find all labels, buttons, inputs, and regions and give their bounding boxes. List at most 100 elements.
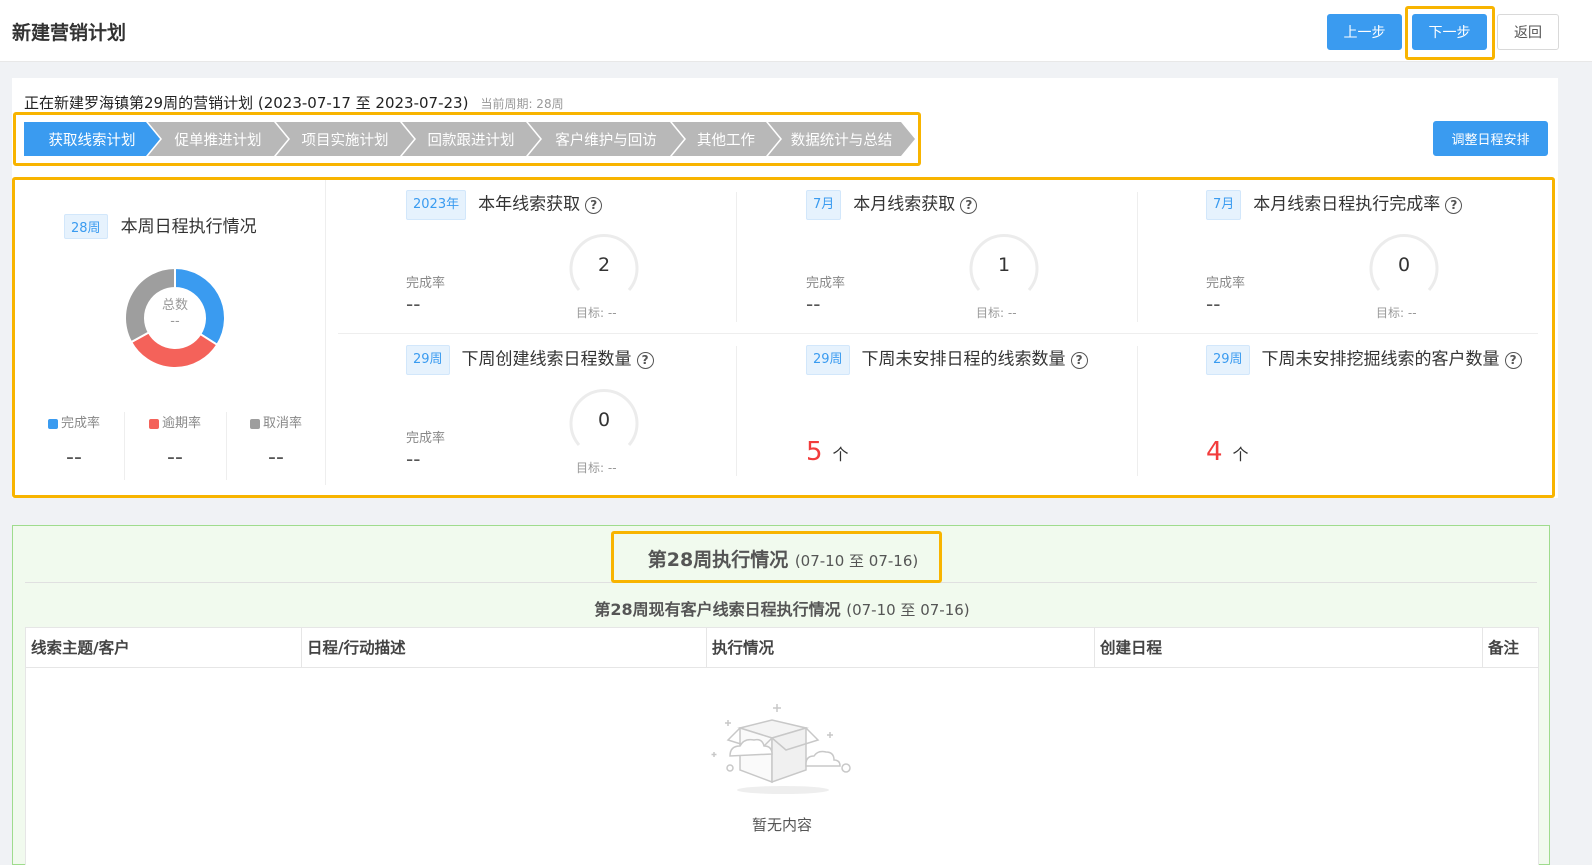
help-icon[interactable]: ?: [1445, 196, 1463, 214]
count-number: 4: [1206, 437, 1223, 467]
legend-complete-label: 完成率: [60, 416, 100, 431]
legend-cancel-value: --: [268, 445, 284, 470]
rate-value: --: [806, 292, 821, 316]
metric-tag: 7月: [806, 190, 842, 220]
rate-label: 完成率: [806, 276, 846, 291]
count-value: 4个: [1206, 437, 1249, 467]
rate-value: --: [406, 292, 421, 316]
execution-panel: 第28周执行情况 (07-10 至 07-16) 第28周现有客户线索日程执行情…: [12, 525, 1550, 865]
execution-subtitle-text: 第28周现有客户线索日程执行情况: [594, 600, 841, 619]
legend-cancel-swatch: [249, 418, 260, 429]
help-icon[interactable]: ?: [636, 351, 654, 369]
step-project-plan[interactable]: 项目实施计划: [276, 122, 414, 156]
prev-step-button[interactable]: 上一步: [1327, 14, 1402, 50]
execution-title-text: 第28周执行情况: [647, 549, 789, 571]
execution-divider: [25, 582, 1537, 583]
page-header: 新建营销计划 上一步 下一步 返回: [0, 0, 1592, 62]
page-title: 新建营销计划: [12, 22, 127, 44]
metric-title: 本年线索获取: [478, 194, 581, 215]
col-action-description[interactable]: 日程/行动描述: [302, 628, 707, 668]
metric-month-leads: 7月 本月线索获取 ? 完成率 -- 1 目标: --: [738, 180, 1138, 320]
gauge-value: 0: [1397, 254, 1411, 276]
execution-table: 线索主题/客户 日程/行动描述 执行情况 创建日程 备注 暂无内容: [25, 627, 1539, 865]
gauge-value: 0: [597, 409, 611, 431]
legend-overdue-value: --: [167, 445, 183, 470]
legend-overdue-swatch: [148, 418, 159, 429]
plan-title-text: 正在新建罗海镇第29周的营销计划 (2023-07-17 至 2023-07-2…: [24, 94, 469, 112]
donut-segment-逾期率: [129, 331, 219, 369]
count-unit: 个: [832, 445, 849, 464]
metric-title: 本月线索获取: [853, 194, 956, 215]
adjust-schedule-button[interactable]: 调整日程安排: [1433, 121, 1548, 156]
goal-text: 目标: --: [576, 461, 617, 475]
metric-tag: 29周: [806, 345, 850, 375]
step-deal-plan[interactable]: 促单推进计划: [148, 122, 288, 156]
col-remarks[interactable]: 备注: [1483, 628, 1538, 668]
current-period: 当前周期: 28周: [480, 97, 564, 111]
help-icon[interactable]: ?: [585, 196, 603, 214]
empty-text: 暂无内容: [751, 816, 812, 834]
metric-unscheduled-leads: 29周 下周未安排日程的线索数量 ? 5个: [738, 335, 1138, 475]
empty-box-icon: [711, 704, 851, 794]
step-lead-plan[interactable]: 获取线索计划: [24, 122, 160, 156]
col-create-schedule[interactable]: 创建日程: [1095, 628, 1483, 668]
metric-tag: 2023年: [406, 190, 467, 220]
metric-title: 本月线索日程执行完成率: [1253, 194, 1441, 215]
week-card-title: 本周日程执行情况: [120, 217, 257, 237]
back-button[interactable]: 返回: [1497, 14, 1559, 50]
rate-value: --: [406, 447, 421, 471]
stats-panel: 28周 本周日程执行情况 总数 -- 完成率 -- 逾期率 -- 取消率 -- …: [12, 180, 1553, 496]
count-number: 5: [806, 437, 823, 467]
col-lead-customer[interactable]: 线索主题/客户: [26, 628, 302, 668]
count-value: 5个: [806, 437, 849, 467]
execution-title: 第28周执行情况 (07-10 至 07-16): [623, 545, 943, 572]
help-icon[interactable]: ?: [960, 196, 978, 214]
execution-range: (07-10 至 07-16): [794, 552, 919, 570]
execution-subtitle: 第28周现有客户线索日程执行情况 (07-10 至 07-16): [13, 596, 1551, 620]
week-execution-card: 28周 本周日程执行情况 总数 -- 完成率 -- 逾期率 -- 取消率 --: [12, 180, 326, 485]
rate-value: --: [1206, 292, 1221, 316]
next-step-button[interactable]: 下一步: [1412, 14, 1487, 50]
step-customer-care[interactable]: 客户维护与回访: [528, 122, 684, 156]
plan-steps: 获取线索计划 促单推进计划 项目实施计划 回款跟进计划 客户维护与回访 其他工作…: [24, 122, 915, 156]
legend-cancel: 取消率 --: [226, 412, 326, 480]
legend-cancel-label: 取消率: [262, 416, 302, 431]
metric-month-completion: 7月 本月线索日程执行完成率 ? 完成率 -- 0 目标: --: [1138, 180, 1538, 320]
help-icon[interactable]: ?: [1504, 351, 1522, 369]
rate-label: 完成率: [406, 276, 446, 291]
goal-text: 目标: --: [976, 306, 1017, 320]
metric-year-leads: 2023年 本年线索获取 ? 完成率 -- 2 目标: --: [338, 180, 738, 320]
legend-overdue-label: 逾期率: [161, 416, 201, 431]
gauge-value: 2: [597, 254, 611, 276]
step-payment-plan[interactable]: 回款跟进计划: [402, 122, 540, 156]
donut-total-value: --: [170, 314, 180, 329]
metric-row-divider: [338, 333, 1538, 334]
rate-label: 完成率: [1206, 276, 1246, 291]
metric-tag: 29周: [406, 345, 450, 375]
donut-total-label: 总数: [161, 298, 188, 313]
step-data-summary[interactable]: 数据统计与总结: [768, 122, 915, 156]
table-header: 线索主题/客户 日程/行动描述 执行情况 创建日程 备注: [26, 628, 1538, 668]
metric-tag: 29周: [1206, 345, 1250, 375]
execution-subtitle-range: (07-10 至 07-16): [846, 601, 970, 619]
legend-complete-swatch: [47, 418, 58, 429]
rate-label: 完成率: [406, 431, 446, 446]
gauge-value: 1: [997, 254, 1011, 276]
metric-next-week-created: 29周 下周创建线索日程数量 ? 完成率 -- 0 目标: --: [338, 335, 738, 475]
legend-complete-value: --: [66, 445, 82, 470]
week-tag: 28周: [64, 214, 108, 239]
metric-tag: 7月: [1206, 190, 1242, 220]
metric-title: 下周未安排挖掘线索的客户数量: [1261, 349, 1500, 370]
count-unit: 个: [1232, 445, 1249, 464]
col-execution-status[interactable]: 执行情况: [707, 628, 1095, 668]
plan-title: 正在新建罗海镇第29周的营销计划 (2023-07-17 至 2023-07-2…: [24, 92, 564, 113]
step-other-work[interactable]: 其他工作: [672, 122, 780, 156]
metric-title: 下周创建线索日程数量: [461, 349, 632, 370]
metric-title: 下周未安排日程的线索数量: [861, 349, 1066, 370]
goal-text: 目标: --: [1376, 306, 1417, 320]
help-icon[interactable]: ?: [1070, 351, 1088, 369]
metric-unscheduled-customers: 29周 下周未安排挖掘线索的客户数量 ? 4个: [1138, 335, 1538, 475]
legend-complete: 完成率 --: [24, 412, 124, 480]
legend-overdue: 逾期率 --: [125, 412, 225, 480]
goal-text: 目标: --: [576, 306, 617, 320]
